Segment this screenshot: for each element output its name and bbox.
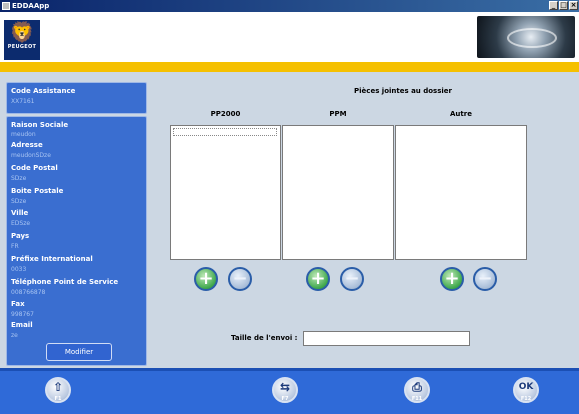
pp2000-list[interactable] — [170, 125, 281, 260]
window-controls: _ □ × — [549, 1, 578, 10]
field-label: Ville — [11, 209, 29, 217]
field-label: Adresse — [11, 141, 43, 149]
field-value: meudon — [11, 131, 36, 138]
function-key-label: F7 — [281, 396, 289, 402]
footer-toolbar: ⇧ F1 ⇆ F7 ⎙ F11 OK F12 — [0, 368, 579, 414]
dealer-info-panel: Raison Sociale meudon Adresse meudonSDze… — [6, 116, 147, 366]
field-label: Fax — [11, 300, 25, 308]
field-label: Email — [11, 321, 33, 329]
ok-button[interactable]: OK F12 — [513, 377, 539, 403]
taille-envoi-field[interactable] — [303, 331, 470, 346]
print-button[interactable]: ⎙ F11 — [404, 377, 430, 403]
field-value: EDSze — [11, 220, 31, 227]
up-arrow-icon: ⇧ — [52, 380, 64, 394]
field-label: Pays — [11, 232, 30, 240]
function-key-label: F11 — [411, 396, 423, 402]
maximize-button[interactable]: □ — [559, 1, 568, 10]
back-up-button[interactable]: ⇧ F1 — [45, 377, 71, 403]
taille-envoi-label: Taille de l'envoi : — [231, 334, 298, 342]
print-icon: ⎙ — [412, 380, 422, 394]
title-bar: EDDAApp _ □ × — [0, 0, 579, 12]
field-value: meudonSDze — [11, 152, 51, 159]
function-key-label: F1 — [54, 396, 62, 402]
field-label: Code Postal — [11, 164, 58, 172]
minus-icon: − — [344, 268, 360, 289]
minus-icon: − — [232, 268, 248, 289]
minus-icon: − — [477, 268, 493, 289]
autre-list[interactable] — [395, 125, 527, 260]
remove-autre-button[interactable]: − — [473, 267, 497, 291]
add-autre-button[interactable]: + — [440, 267, 464, 291]
field-label: Raison Sociale — [11, 121, 69, 129]
field-value: FR — [11, 243, 19, 250]
plus-icon: + — [198, 268, 214, 289]
field-value: 998767 — [11, 311, 34, 318]
app-icon — [2, 2, 10, 10]
transfer-icon: ⇆ — [279, 380, 291, 394]
window-title: EDDAApp — [12, 2, 50, 10]
header: 🦁 PEUGEOT — [0, 12, 579, 62]
transfer-button[interactable]: ⇆ F7 — [272, 377, 298, 403]
ppm-list[interactable] — [282, 125, 394, 260]
field-label: Préfixe International — [11, 255, 93, 263]
code-assistance-value: XX7161 — [11, 98, 35, 105]
column-header-autre: Autre — [450, 110, 472, 118]
field-value: SDze — [11, 175, 27, 182]
field-label: Boite Postale — [11, 187, 64, 195]
attachments-title: Pièces jointes au dossier — [354, 87, 452, 95]
field-value: ze — [11, 332, 18, 339]
plus-icon: + — [444, 268, 460, 289]
list-selection-row[interactable] — [173, 128, 277, 136]
function-key-label: F12 — [520, 396, 532, 402]
field-value: SDze — [11, 198, 27, 205]
code-assistance-panel: Code Assistance XX7161 — [6, 82, 147, 114]
peugeot-logo: 🦁 PEUGEOT — [4, 20, 40, 60]
column-header-ppm: PPM — [329, 110, 347, 118]
modifier-button[interactable]: Modifier — [46, 343, 112, 361]
ok-icon: OK — [518, 382, 534, 392]
code-assistance-label: Code Assistance — [11, 87, 76, 95]
column-header-pp2000: PP2000 — [210, 110, 241, 118]
field-label: Téléphone Point de Service — [11, 278, 119, 286]
add-pp2000-button[interactable]: + — [194, 267, 218, 291]
plus-icon: + — [310, 268, 326, 289]
remove-ppm-button[interactable]: − — [340, 267, 364, 291]
brand-name: PEUGEOT — [7, 44, 37, 50]
brand-stripe — [0, 62, 579, 72]
lion-emblem-icon: 🦁 — [9, 20, 35, 44]
close-button[interactable]: × — [569, 1, 578, 10]
minimize-button[interactable]: _ — [549, 1, 558, 10]
header-banner-image — [477, 16, 575, 58]
add-ppm-button[interactable]: + — [306, 267, 330, 291]
remove-pp2000-button[interactable]: − — [228, 267, 252, 291]
field-value: 008766878 — [11, 289, 46, 296]
field-value: 0033 — [11, 266, 27, 273]
